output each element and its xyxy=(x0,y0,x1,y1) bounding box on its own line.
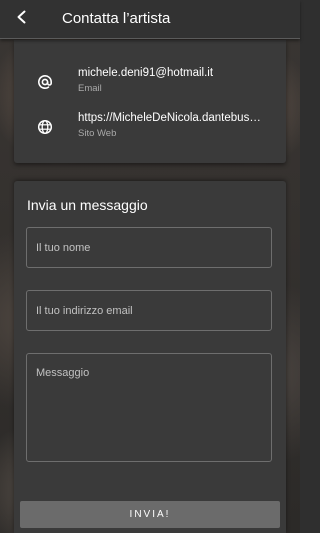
contact-website-value[interactable]: https://MicheleDeNicola.dantebus.com xyxy=(78,112,264,124)
contact-email-row[interactable]: michele.deni91@hotmail.it Email xyxy=(14,67,286,103)
globe-icon xyxy=(36,118,54,136)
at-sign-icon xyxy=(36,73,54,91)
back-button[interactable] xyxy=(10,7,34,31)
send-button[interactable]: INVIA! xyxy=(20,501,280,528)
email-input[interactable] xyxy=(26,290,272,331)
arrow-left-icon xyxy=(15,10,29,29)
contact-website-label: Sito Web xyxy=(78,128,117,139)
contact-website-row[interactable]: https://MicheleDeNicola.dantebus.com Sit… xyxy=(14,112,286,148)
contact-info-card: michele.deni91@hotmail.it Email https://… xyxy=(14,40,286,163)
name-input[interactable] xyxy=(26,227,272,268)
contact-email-label: Email xyxy=(78,83,102,94)
contact-email-value[interactable]: michele.deni91@hotmail.it xyxy=(78,67,264,79)
page-title: Contatta l’artista xyxy=(62,10,171,27)
message-form-card: Invia un messaggio xyxy=(14,181,286,533)
message-form-title: Invia un messaggio xyxy=(27,197,148,213)
top-app-bar: Contatta l’artista xyxy=(0,0,300,39)
message-textarea[interactable] xyxy=(26,353,272,462)
